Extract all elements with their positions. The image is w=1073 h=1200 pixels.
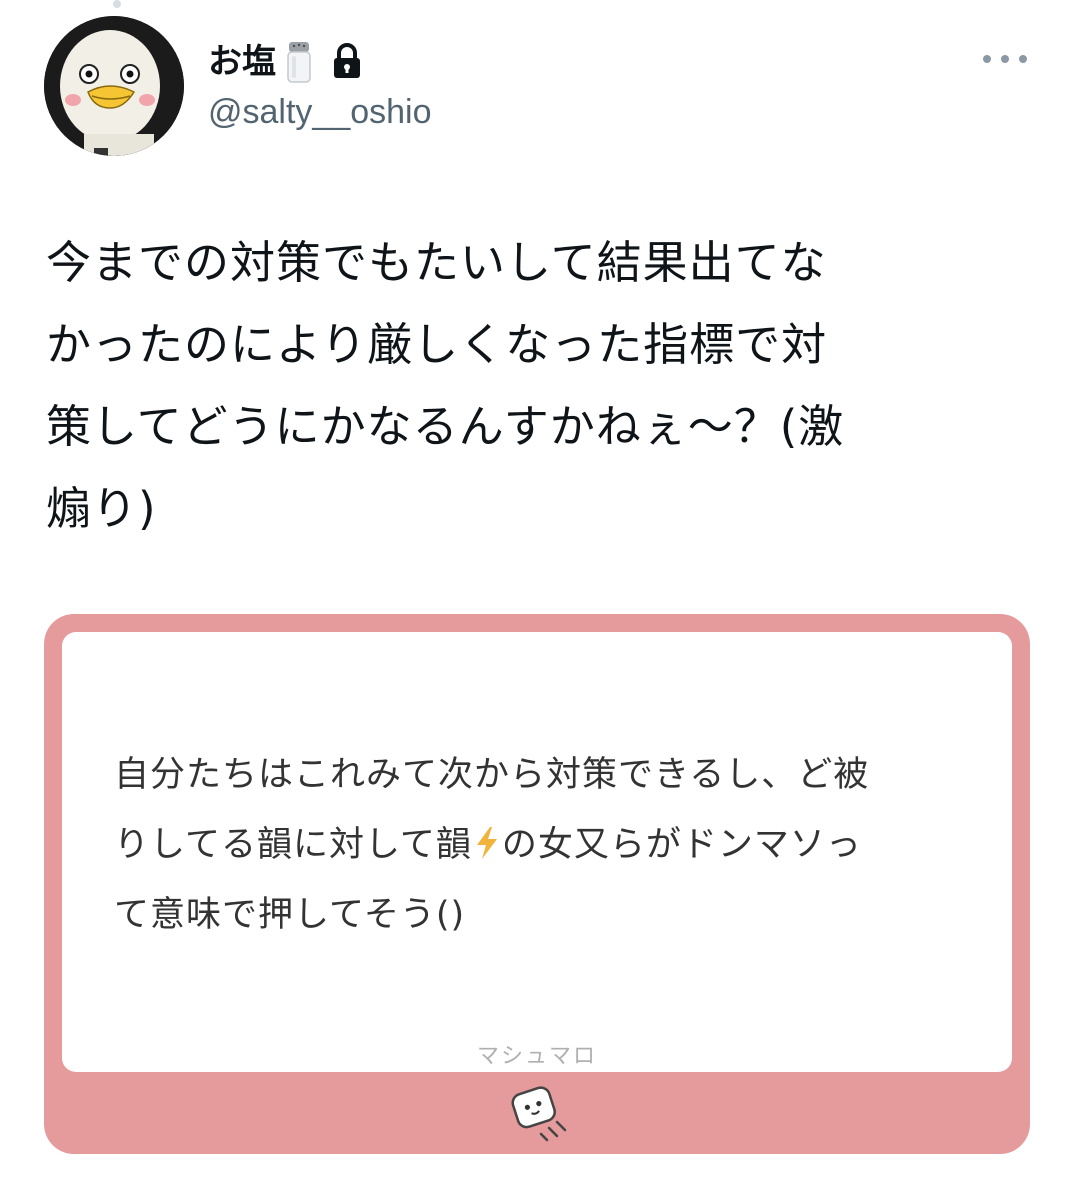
question-text: 自分たちはこれみて次から対策できるし、ど被 りしてる韻に対して韻 の女又らがドンマ… (114, 740, 984, 950)
avatar[interactable] (44, 16, 184, 156)
salt-shaker-icon (287, 42, 311, 83)
display-name[interactable]: お塩 (208, 40, 364, 84)
avatar-image (44, 16, 184, 156)
brand-label: マシュマロ (476, 1044, 597, 1069)
more-dot (1001, 55, 1009, 63)
more-dot (983, 55, 991, 63)
display-name-text: お塩 (208, 42, 276, 82)
tweet-line: かったのにより厳しくなった指標で対 (46, 318, 828, 371)
question-line: て意味で押してそう() (114, 895, 466, 935)
lock-icon (334, 43, 360, 78)
more-icon[interactable] (983, 44, 1027, 74)
question-line: りしてる韻に対して韻 の女又らがドンマソっ (114, 810, 984, 880)
tweet-line: 策してどうにかなるんすかねぇ〜？(激 (46, 400, 845, 453)
tweet-text: 今までの対策でもたいして結果出てな かったのにより厳しくなった指標で対 策してど… (46, 222, 1036, 550)
question-panel: 自分たちはこれみて次から対策できるし、ど被 りしてる韻に対して韻 の女又らがドンマ… (62, 632, 1012, 1072)
marshmallow-logo-icon (511, 1086, 567, 1142)
more-dot (1019, 55, 1027, 63)
question-line: 自分たちはこれみて次から対策できるし、ど被 (114, 755, 870, 795)
marshmallow-card-image[interactable]: 自分たちはこれみて次から対策できるし、ど被 りしてる韻に対して韻 の女又らがドンマ… (44, 614, 1030, 1154)
user-handle[interactable]: @salty__oshio (208, 90, 432, 134)
scroll-indicator (113, 0, 121, 8)
tweet-line: 煽り) (46, 482, 157, 535)
lightning-icon (476, 827, 497, 859)
tweet-line: 今までの対策でもたいして結果出てな (46, 236, 827, 289)
question-line-part: りしてる韻に対して韻 (114, 825, 472, 865)
question-line-part: の女又らがドンマソっ (501, 825, 862, 865)
